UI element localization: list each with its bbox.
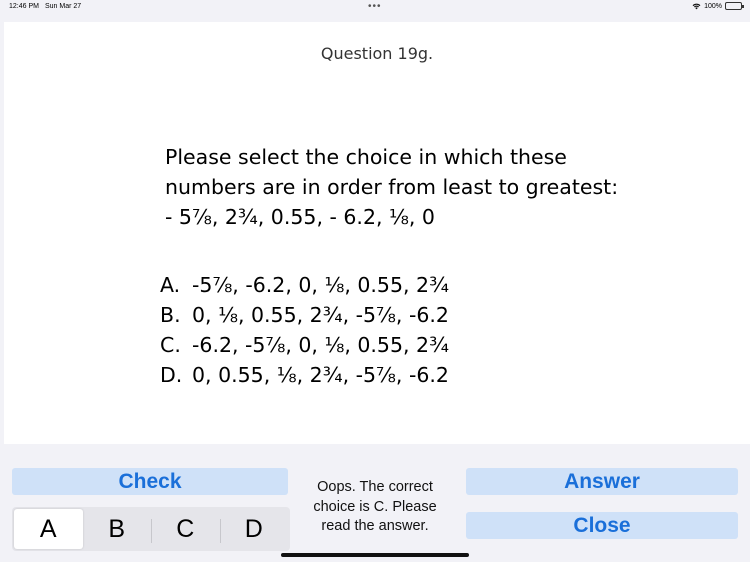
multitasking-dots[interactable]: ••• (368, 1, 382, 12)
prompt-line: numbers are in order from least to great… (165, 175, 619, 199)
wifi-icon (692, 3, 701, 10)
choice-letter: D. (160, 363, 183, 387)
choice-letter: B. (160, 303, 181, 327)
answer-segmented-control: A B C D (12, 507, 290, 551)
choice-c: C. -6.2, -5⅞, 0, ⅛, 0.55, 2¾ (160, 330, 560, 360)
battery-percent: 100% (704, 2, 722, 10)
question-panel: Question 19g. Please select the choice i… (4, 22, 750, 444)
segment-d[interactable]: D (219, 509, 289, 549)
segment-c[interactable]: C (151, 509, 220, 549)
choice-b: B. 0, ⅛, 0.55, 2¾, -5⅞, -6.2 (160, 300, 560, 330)
check-button[interactable]: Check (12, 468, 288, 495)
choice-text: -6.2, -5⅞, 0, ⅛, 0.55, 2¾ (192, 333, 449, 357)
answer-button[interactable]: Answer (466, 468, 738, 495)
status-date: Sun Mar 27 (45, 3, 82, 10)
home-indicator[interactable] (281, 553, 469, 557)
prompt-line: Please select the choice in which these (165, 145, 567, 169)
choice-list: A. -5⅞, -6.2, 0, ⅛, 0.55, 2¾ B. 0, ⅛, 0.… (160, 270, 560, 390)
status-right: 100% (692, 2, 744, 10)
choice-text: -5⅞, -6.2, 0, ⅛, 0.55, 2¾ (192, 273, 449, 297)
question-title: Question 19g. (320, 44, 434, 63)
status-bar: 12:46 PM Sun Mar 27 ••• 100% (0, 0, 750, 14)
choice-letter: C. (160, 333, 181, 357)
question-prompt: Please select the choice in which these … (165, 142, 645, 232)
close-button[interactable]: Close (466, 512, 738, 539)
segment-a[interactable]: A (14, 509, 83, 549)
choice-letter: A. (160, 273, 181, 297)
choice-text: 0, 0.55, ⅛, 2¾, -5⅞, -6.2 (192, 363, 449, 387)
choice-a: A. -5⅞, -6.2, 0, ⅛, 0.55, 2¾ (160, 270, 560, 300)
battery-icon (725, 2, 744, 10)
status-time: 12:46 PM (9, 3, 39, 10)
prompt-line: - 5⅞, 2¾, 0.55, - 6.2, ⅛, 0 (165, 205, 435, 229)
feedback-message: Oops. The correct choice is C. Please re… (313, 479, 437, 534)
segment-b[interactable]: B (83, 509, 152, 549)
choice-d: D. 0, 0.55, ⅛, 2¾, -5⅞, -6.2 (160, 360, 560, 390)
choice-text: 0, ⅛, 0.55, 2¾, -5⅞, -6.2 (192, 303, 449, 327)
